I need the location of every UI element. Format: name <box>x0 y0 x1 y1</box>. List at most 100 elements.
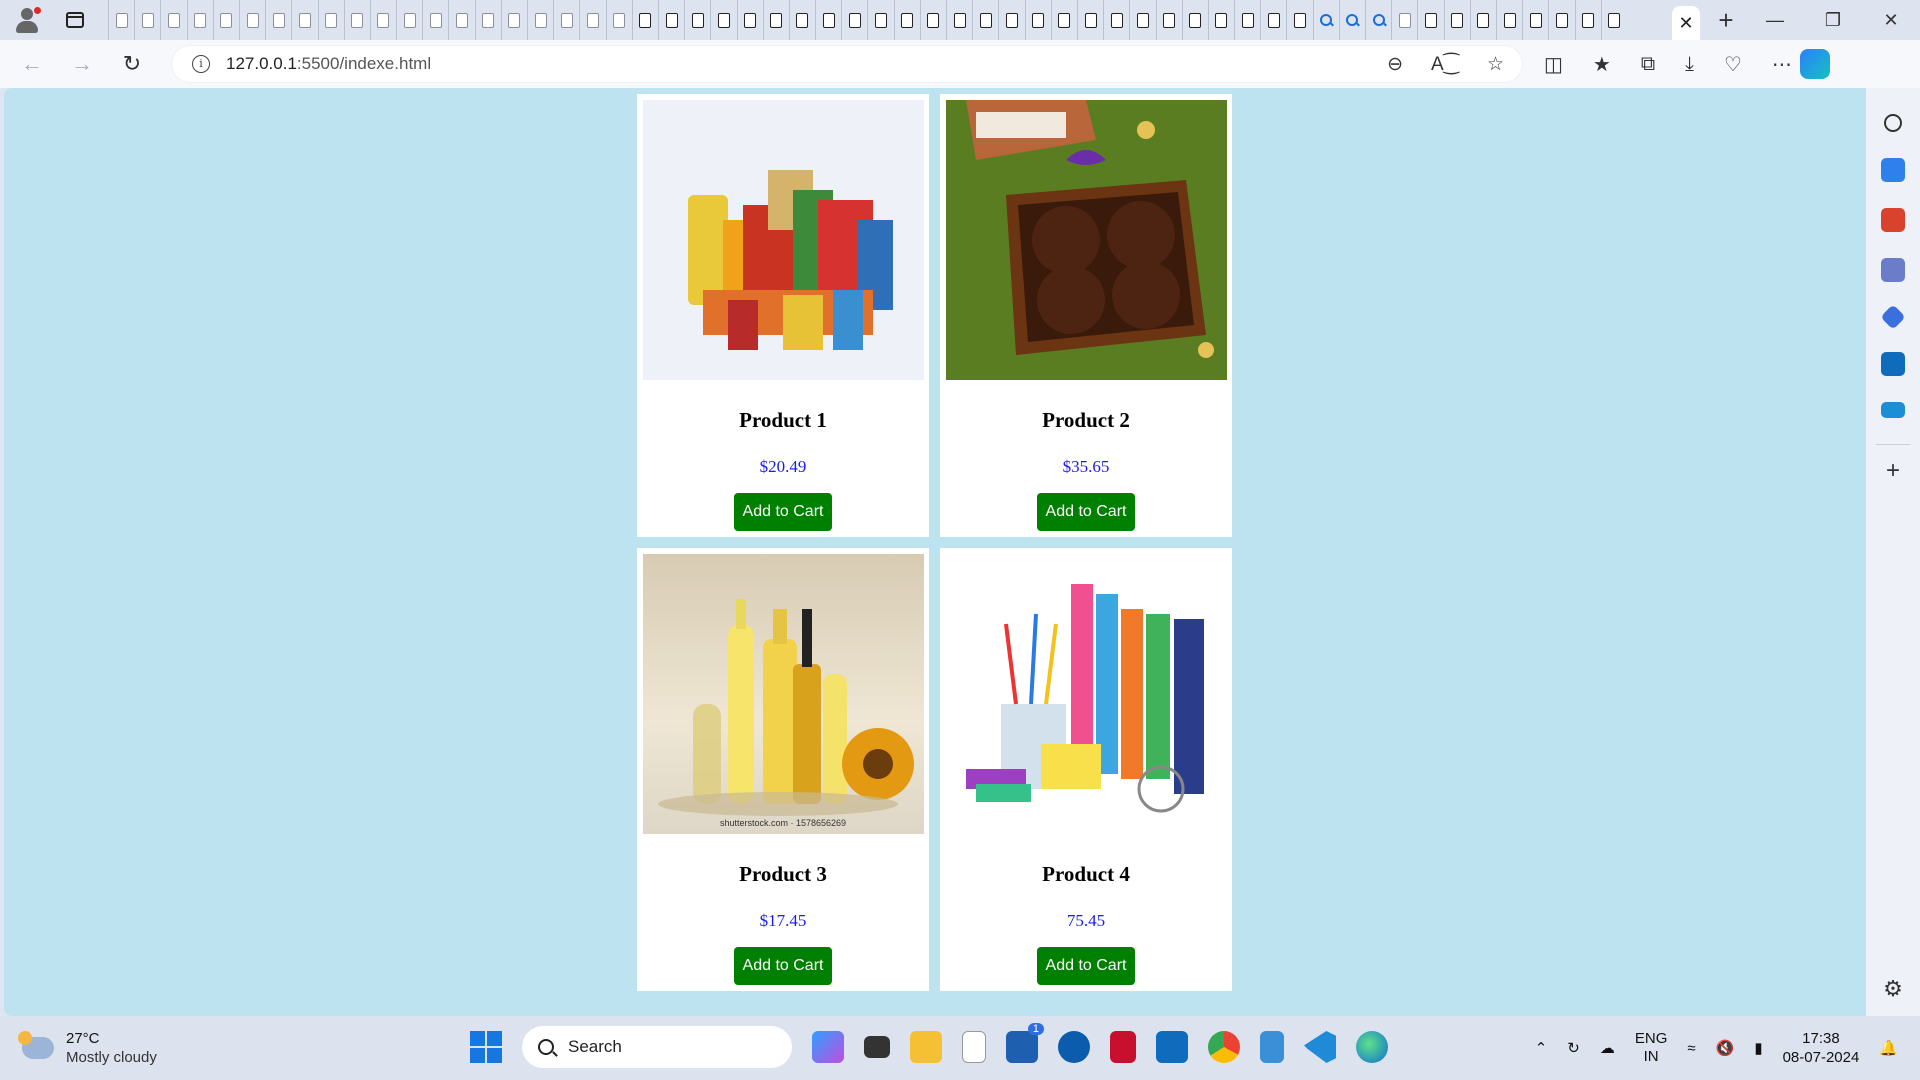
browser-tab[interactable] <box>108 0 134 40</box>
profile-avatar-icon[interactable] <box>12 5 42 35</box>
browser-tab[interactable] <box>1181 0 1208 40</box>
url-text[interactable]: 127.0.0.1:5500/indexe.html <box>226 54 431 74</box>
browser-tab[interactable] <box>946 0 972 40</box>
restore-icon[interactable]: ❐ <box>1804 10 1862 31</box>
browser-tab[interactable] <box>1600 0 1627 40</box>
browser-tab[interactable] <box>1050 0 1077 40</box>
games-icon[interactable] <box>1881 258 1905 282</box>
active-tab[interactable]: ✕ <box>1672 6 1700 40</box>
browser-tab[interactable] <box>710 0 736 40</box>
add-to-cart-button[interactable]: Add to Cart <box>734 947 832 985</box>
browser-tab[interactable] <box>291 0 317 40</box>
add-to-cart-button[interactable]: Add to Cart <box>1037 493 1135 531</box>
close-tab-icon[interactable]: ✕ <box>1678 13 1693 34</box>
sidebar-settings-icon[interactable]: ⚙ <box>1883 976 1903 1002</box>
back-icon[interactable]: ← <box>14 51 50 77</box>
notification-bell-icon[interactable]: 🔔 <box>1879 1039 1898 1057</box>
downloads-icon[interactable]: ⤓ <box>1685 53 1694 76</box>
browser-tab[interactable] <box>736 0 763 40</box>
wifi-icon[interactable]: ≈ <box>1687 1040 1695 1057</box>
add-sidebar-item-icon[interactable]: + <box>1886 457 1900 485</box>
browser-tab[interactable] <box>919 0 946 40</box>
close-window-icon[interactable]: ✕ <box>1862 10 1920 31</box>
split-screen-icon[interactable]: ◫ <box>1544 52 1563 77</box>
sidebar-search-icon[interactable] <box>1884 114 1902 132</box>
browser-essentials-icon[interactable]: ♡ <box>1724 52 1742 77</box>
notepad-app-icon[interactable] <box>1260 1031 1284 1063</box>
mcafee-icon[interactable] <box>1110 1031 1136 1063</box>
sync-icon[interactable]: ↻ <box>1567 1039 1580 1057</box>
browser-tab[interactable] <box>265 0 291 40</box>
browser-tab[interactable] <box>1312 0 1339 40</box>
new-tab-button[interactable]: + <box>1706 5 1746 36</box>
browser-tab[interactable] <box>160 0 186 40</box>
browser-tab[interactable] <box>762 0 789 40</box>
zoom-out-icon[interactable]: ⊖ <box>1387 53 1403 76</box>
favorites-icon[interactable]: ★ <box>1593 52 1611 77</box>
browser-tab[interactable] <box>972 0 998 40</box>
browser-tab[interactable] <box>1443 0 1470 40</box>
weather-widget[interactable]: 27°C Mostly cloudy <box>18 1029 157 1067</box>
site-info-icon[interactable]: i <box>192 55 210 73</box>
vscode-icon[interactable] <box>1304 1031 1336 1063</box>
read-aloud-icon[interactable]: A⁐ <box>1431 53 1459 76</box>
outlook-new-icon[interactable] <box>1156 1031 1188 1063</box>
start-button[interactable] <box>470 1031 502 1063</box>
browser-tab[interactable] <box>1365 0 1391 40</box>
browser-tab[interactable] <box>1103 0 1129 40</box>
browser-tab[interactable] <box>788 0 815 40</box>
collections-icon[interactable]: ⧉ <box>1641 53 1655 76</box>
show-hidden-icons-icon[interactable]: ⌃ <box>1535 1039 1548 1057</box>
forward-icon[interactable]: → <box>64 51 100 77</box>
browser-tab[interactable] <box>1155 0 1182 40</box>
browser-tab[interactable] <box>657 0 684 40</box>
outlook-icon[interactable] <box>1881 352 1905 376</box>
more-options-icon[interactable]: ⋯ <box>1772 52 1792 77</box>
refresh-icon[interactable]: ↻ <box>114 51 150 77</box>
browser-tab[interactable] <box>1469 0 1496 40</box>
browser-tab[interactable] <box>867 0 893 40</box>
notepad-icon[interactable] <box>962 1031 986 1063</box>
onedrive-icon[interactable]: ☁ <box>1600 1039 1615 1057</box>
browser-tab[interactable] <box>1286 0 1312 40</box>
copilot-app-icon[interactable] <box>812 1031 844 1063</box>
browser-tab[interactable] <box>1207 0 1234 40</box>
browser-tab[interactable] <box>527 0 553 40</box>
browser-tab[interactable] <box>553 0 579 40</box>
file-explorer-icon[interactable] <box>910 1031 942 1063</box>
task-view-icon[interactable] <box>864 1036 890 1058</box>
copilot-icon[interactable] <box>1799 49 1830 79</box>
microsoft-store-icon[interactable]: 1 <box>1006 1023 1044 1063</box>
browser-tab[interactable] <box>369 0 396 40</box>
browser-tab[interactable] <box>134 0 160 40</box>
browser-tab[interactable] <box>631 0 658 40</box>
add-to-cart-button[interactable]: Add to Cart <box>734 493 832 531</box>
shopping-tag-icon[interactable] <box>1881 158 1905 182</box>
tools-icon[interactable] <box>1881 208 1905 232</box>
browser-tab[interactable] <box>448 0 474 40</box>
language-indicator[interactable]: ENG IN <box>1635 1030 1668 1066</box>
browser-tab[interactable] <box>396 0 422 40</box>
url-field[interactable]: i 127.0.0.1:5500/indexe.html ⊖ A⁐ ☆ <box>172 46 1522 82</box>
browser-tab[interactable] <box>1574 0 1601 40</box>
microsoft-365-icon[interactable] <box>1880 304 1906 330</box>
browser-tab[interactable] <box>343 0 370 40</box>
battery-icon[interactable]: ▮ <box>1754 1039 1762 1057</box>
clock[interactable]: 17:38 08-07-2024 <box>1783 1029 1860 1067</box>
taskbar-search[interactable]: Search <box>522 1026 792 1068</box>
browser-tab[interactable] <box>422 0 448 40</box>
browser-tab[interactable] <box>1129 0 1155 40</box>
browser-tab[interactable] <box>1522 0 1548 40</box>
browser-tab[interactable] <box>1338 0 1365 40</box>
browser-tab[interactable] <box>1548 0 1574 40</box>
browser-tab[interactable] <box>500 0 527 40</box>
browser-tab[interactable] <box>684 0 710 40</box>
tab-actions-icon[interactable] <box>66 12 84 28</box>
browser-tab[interactable] <box>1076 0 1103 40</box>
browser-tab[interactable] <box>605 0 632 40</box>
dell-icon[interactable] <box>1058 1031 1090 1063</box>
edge-icon[interactable] <box>1356 1031 1388 1063</box>
add-to-cart-button[interactable]: Add to Cart <box>1037 947 1135 985</box>
browser-tab[interactable] <box>474 0 501 40</box>
browser-tab[interactable] <box>893 0 920 40</box>
